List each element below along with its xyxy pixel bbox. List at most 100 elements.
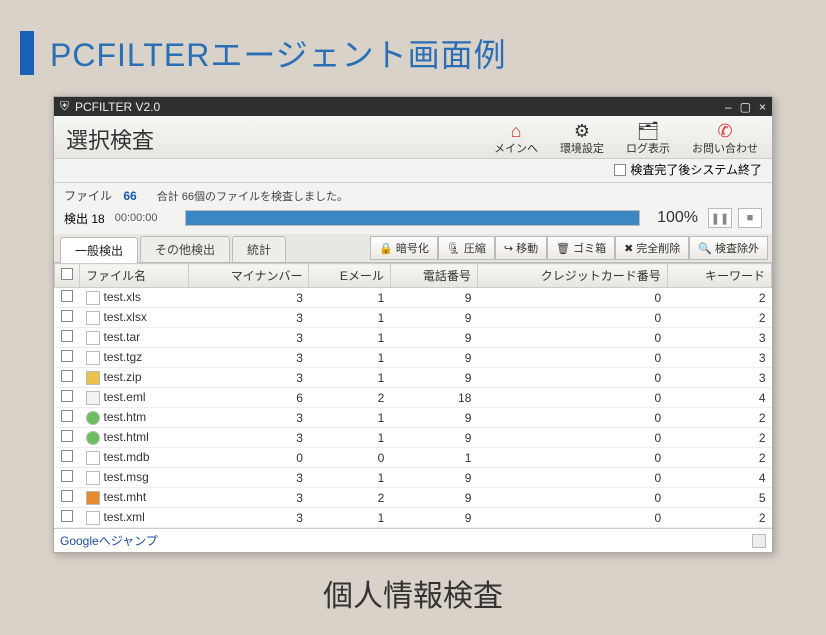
tab-stat[interactable]: 統計 bbox=[232, 236, 286, 262]
log-label: ログ表示 bbox=[626, 140, 670, 156]
cell: 9 bbox=[390, 348, 477, 368]
compress-action-button[interactable]: 🗜圧縮 bbox=[438, 236, 495, 260]
table-row[interactable]: test.html31902 bbox=[55, 428, 772, 448]
stop-button[interactable]: ■ bbox=[738, 208, 762, 228]
minimize-button[interactable]: – bbox=[725, 100, 732, 114]
cell: 0 bbox=[477, 368, 667, 388]
main-toolbar-button[interactable]: ⌂メインへ bbox=[490, 120, 542, 158]
trash-action-button[interactable]: 🗑ゴミ箱 bbox=[547, 236, 615, 260]
row-checkbox[interactable] bbox=[61, 450, 73, 462]
table-row[interactable]: test.tgz31903 bbox=[55, 348, 772, 368]
table-row[interactable]: test.eml621804 bbox=[55, 388, 772, 408]
elapsed-time: 00:00:00 bbox=[115, 212, 175, 224]
row-checkbox[interactable] bbox=[61, 350, 73, 362]
cell: 1 bbox=[309, 288, 390, 308]
tab-general[interactable]: 一般検出 bbox=[60, 237, 138, 263]
row-checkbox[interactable] bbox=[61, 370, 73, 382]
application-window: ⛨ PCFILTER V2.0 – ▢ × 選択検査 ⌂メインへ⚙環境設定🗂ログ… bbox=[53, 96, 773, 553]
cell: 9 bbox=[390, 468, 477, 488]
inq-toolbar-button[interactable]: ✆お問い合わせ bbox=[688, 120, 762, 158]
file-count-value: 66 bbox=[123, 189, 136, 203]
window-titlebar[interactable]: ⛨ PCFILTER V2.0 – ▢ × bbox=[54, 97, 772, 116]
cell: 0 bbox=[477, 488, 667, 508]
env-toolbar-button[interactable]: ⚙環境設定 bbox=[556, 120, 608, 158]
file-icon bbox=[86, 291, 100, 305]
cell: 0 bbox=[477, 428, 667, 448]
cell: 2 bbox=[667, 448, 771, 468]
trash-label: ゴミ箱 bbox=[573, 240, 606, 256]
row-checkbox[interactable] bbox=[61, 430, 73, 442]
cell: 0 bbox=[477, 308, 667, 328]
file-icon bbox=[86, 391, 100, 405]
table-row[interactable]: test.htm31902 bbox=[55, 408, 772, 428]
cell: 9 bbox=[390, 288, 477, 308]
row-checkbox[interactable] bbox=[61, 290, 73, 302]
cell: 3 bbox=[188, 368, 309, 388]
cell: 3 bbox=[188, 508, 309, 528]
file-icon bbox=[86, 331, 100, 345]
table-row[interactable]: test.mdb00102 bbox=[55, 448, 772, 468]
col-email[interactable]: Eメール bbox=[309, 264, 390, 288]
row-checkbox[interactable] bbox=[61, 510, 73, 522]
google-jump-link[interactable]: Googleへジャンプ bbox=[60, 532, 158, 549]
file-name: test.zip bbox=[104, 370, 142, 384]
delete-label: 完全削除 bbox=[636, 240, 680, 256]
col-keyword[interactable]: キーワード bbox=[667, 264, 771, 288]
file-count-label: ファイル bbox=[64, 187, 120, 204]
cell: 3 bbox=[667, 348, 771, 368]
log-toolbar-button[interactable]: 🗂ログ表示 bbox=[622, 120, 674, 158]
slide-accent-bar bbox=[20, 31, 34, 75]
row-checkbox[interactable] bbox=[61, 410, 73, 422]
cell: 2 bbox=[309, 488, 390, 508]
maximize-button[interactable]: ▢ bbox=[740, 100, 751, 114]
row-checkbox[interactable] bbox=[61, 390, 73, 402]
row-checkbox[interactable] bbox=[61, 490, 73, 502]
exclude-action-button[interactable]: 🔍検査除外 bbox=[689, 236, 768, 260]
cell: 3 bbox=[188, 468, 309, 488]
row-checkbox[interactable] bbox=[61, 330, 73, 342]
cell: 3 bbox=[188, 428, 309, 448]
table-row[interactable]: test.xml31902 bbox=[55, 508, 772, 528]
delete-action-button[interactable]: ✖完全削除 bbox=[615, 236, 689, 260]
table-row[interactable]: test.tar31903 bbox=[55, 328, 772, 348]
col-filename[interactable]: ファイル名 bbox=[80, 264, 189, 288]
shutdown-after-scan-checkbox[interactable] bbox=[614, 164, 626, 176]
cell: 9 bbox=[390, 428, 477, 448]
table-row[interactable]: test.xls31902 bbox=[55, 288, 772, 308]
close-button[interactable]: × bbox=[759, 100, 766, 114]
cell: 1 bbox=[309, 408, 390, 428]
encrypt-action-button[interactable]: 🔒暗号化 bbox=[370, 236, 438, 260]
cell: 6 bbox=[188, 388, 309, 408]
cell: 5 bbox=[667, 488, 771, 508]
cell: 1 bbox=[309, 468, 390, 488]
table-row[interactable]: test.zip31903 bbox=[55, 368, 772, 388]
cell: 1 bbox=[390, 448, 477, 468]
row-checkbox[interactable] bbox=[61, 310, 73, 322]
select-all-checkbox[interactable] bbox=[61, 268, 73, 280]
tab-other[interactable]: その他検出 bbox=[140, 236, 230, 262]
move-label: 移動 bbox=[516, 240, 538, 256]
cell: 1 bbox=[309, 368, 390, 388]
col-creditcard[interactable]: クレジットカード番号 bbox=[477, 264, 667, 288]
pause-button[interactable]: ❚❚ bbox=[708, 208, 732, 228]
cell: 0 bbox=[188, 448, 309, 468]
scroll-corner bbox=[752, 534, 766, 548]
col-phone[interactable]: 電話番号 bbox=[390, 264, 477, 288]
table-row[interactable]: test.mht32905 bbox=[55, 488, 772, 508]
col-mynumber[interactable]: マイナンバー bbox=[188, 264, 309, 288]
row-checkbox[interactable] bbox=[61, 470, 73, 482]
move-icon: ↪ bbox=[504, 242, 513, 255]
cell: 3 bbox=[188, 288, 309, 308]
table-row[interactable]: test.msg31904 bbox=[55, 468, 772, 488]
slide-title: PCFILTERエージェント画面例 bbox=[50, 30, 507, 76]
move-action-button[interactable]: ↪移動 bbox=[495, 236, 547, 260]
file-name: test.msg bbox=[104, 470, 149, 484]
cell: 3 bbox=[188, 488, 309, 508]
progress-percent: 100% bbox=[650, 209, 698, 227]
file-icon bbox=[86, 351, 100, 365]
main-label: メインへ bbox=[494, 140, 538, 156]
cell: 9 bbox=[390, 408, 477, 428]
table-row[interactable]: test.xlsx31902 bbox=[55, 308, 772, 328]
encrypt-icon: 🔒 bbox=[379, 242, 393, 255]
cell: 2 bbox=[667, 408, 771, 428]
